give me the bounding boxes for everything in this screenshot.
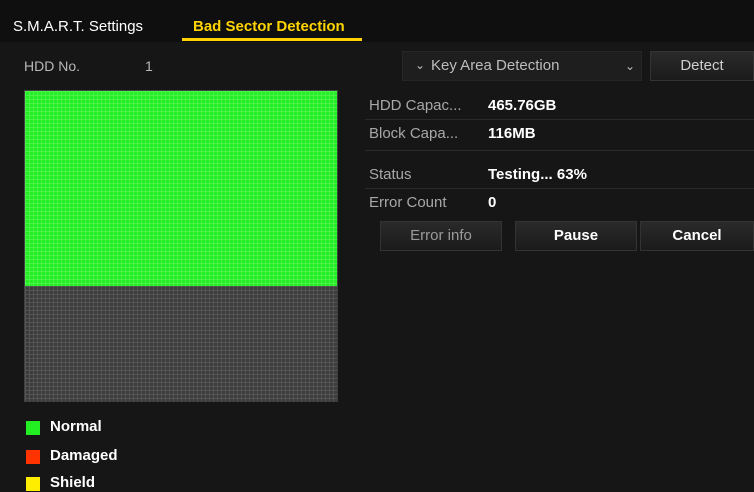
tab-bad-sector-detection[interactable]: Bad Sector Detection xyxy=(193,18,345,36)
legend-label: Damaged xyxy=(50,447,118,464)
active-tab-indicator xyxy=(182,38,362,41)
sector-map xyxy=(24,90,338,402)
error-count-value: 0 xyxy=(488,194,497,211)
legend-label: Shield xyxy=(50,474,96,491)
divider xyxy=(365,119,754,120)
hdd-number-value[interactable]: 1 xyxy=(145,58,153,74)
chevron-down-icon: ⌄ xyxy=(415,58,426,72)
error-count-label: Error Count xyxy=(369,194,447,211)
hdd-capacity-label: HDD Capac... xyxy=(369,97,462,114)
dropdown-arrow-icon: ⌄ xyxy=(625,59,636,73)
status-label: Status xyxy=(369,166,412,183)
hdd-number-label: HDD No. xyxy=(24,58,81,74)
block-capacity-label: Block Capa... xyxy=(369,125,459,142)
detect-button[interactable]: Detect xyxy=(650,51,754,81)
cancel-button[interactable]: Cancel xyxy=(640,221,754,251)
detection-mode-value: Key Area Detection xyxy=(431,57,560,74)
normal-swatch xyxy=(26,421,40,435)
tab-smart-settings[interactable]: S.M.A.R.T. Settings xyxy=(13,18,143,36)
divider xyxy=(365,188,754,189)
hdd-number-select[interactable] xyxy=(136,52,356,80)
error-info-button[interactable]: Error info xyxy=(380,221,502,251)
status-value: Testing... 63% xyxy=(488,166,587,183)
legend-label: Normal xyxy=(50,418,102,435)
detection-mode-select[interactable]: ⌄ Key Area Detection ⌄ xyxy=(402,51,642,81)
damaged-swatch xyxy=(26,450,40,464)
divider xyxy=(365,150,754,151)
pause-button[interactable]: Pause xyxy=(515,221,637,251)
sector-map-normal-area xyxy=(25,91,337,287)
shield-swatch xyxy=(26,477,40,491)
tab-bar: S.M.A.R.T. Settings Bad Sector Detection xyxy=(0,0,754,42)
sector-map-untested-area xyxy=(25,286,337,401)
block-capacity-value: 116MB xyxy=(488,125,536,142)
hdd-capacity-value: 465.76GB xyxy=(488,97,557,114)
